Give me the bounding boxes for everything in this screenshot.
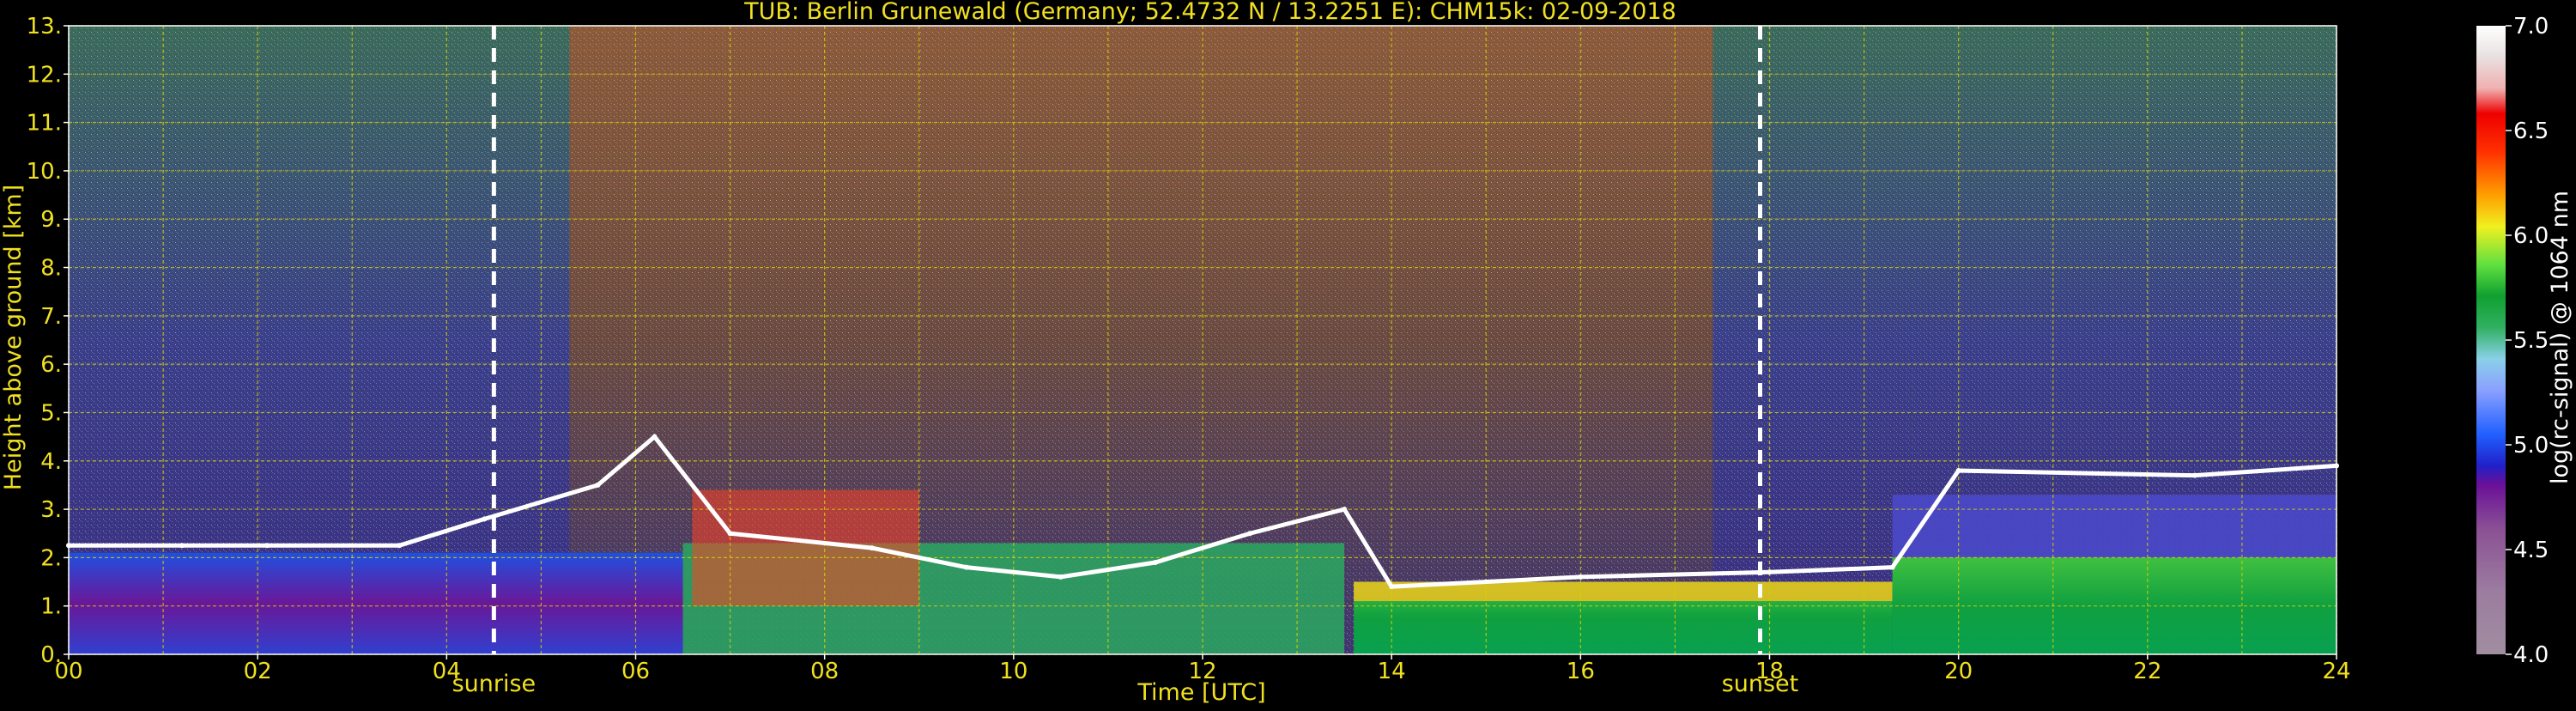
x-tick-label: 10 [999,659,1027,684]
cloud-base-point [963,564,969,570]
colorbar-tick-label: 7.0 [2513,14,2549,40]
cloud-base-point [1152,560,1158,566]
annotation-label-sunrise: sunrise [452,671,536,697]
cloud-base-point [179,543,185,549]
colorbar-tick-label: 4.5 [2513,538,2549,563]
cloud-base-point [1058,574,1064,580]
x-tick-label: 16 [1567,659,1595,684]
colorbar-tick-label: 5.5 [2513,328,2549,354]
x-tick-label: 08 [810,659,839,684]
cloud-base-point [1389,584,1395,590]
y-tick-label: 4. [40,449,62,475]
y-tick-label: 9. [40,207,62,233]
cloud-base-point [1889,564,1895,570]
cloud-base-point [1578,574,1584,580]
x-tick-label: 14 [1378,659,1406,684]
y-axis-label: Height above ground [km] [0,185,27,490]
colorbar-tick-label: 6.0 [2513,223,2549,249]
x-tick-label: 22 [2133,659,2161,684]
y-tick-label: 8. [40,256,62,282]
y-tick-label: 6. [40,352,62,378]
cloud-base-point [1247,531,1253,537]
y-tick-label: 13. [27,14,62,40]
y-tick-label: 1. [40,594,62,620]
colorbar-tick-label: 4.0 [2513,642,2549,668]
cloud-base-point [1767,569,1773,575]
chart-svg: sunrise sunset 00 02 04 06 08 10 12 14 16 18 20 22 24… [0,0,2573,706]
cloud-base-point [727,531,733,537]
colorbar-tick-label: 5.0 [2513,433,2549,459]
x-tick-label: 04 [433,659,461,684]
cloud-convection-zone [692,489,919,606]
cloud-base-point [1955,468,1961,474]
x-tick-label: 18 [1755,659,1784,684]
cloud-base-point [264,543,270,549]
colorbar-scale [2476,26,2506,654]
cloud-base-point [2191,472,2197,478]
y-tick-label: 11. [27,111,62,137]
chart-title: TUB: Berlin Grunewald (Germany; 52.4732 … [743,0,1676,25]
colorbar-ticks: 4.0 4.5 5.0 5.5 6.0 6.5 7.0 [2506,14,2549,668]
cloud-base-point [482,516,488,522]
y-tick-label: 3. [40,497,62,523]
colorbar-label: log(rc-signal) @ 1064 nm [2547,191,2573,484]
x-axis-label: Time [UTC] [1136,679,1265,706]
y-tick-label: 12. [27,62,62,88]
cloud-base-point [869,545,875,551]
x-tick-label: 02 [244,659,272,684]
y-tick-label: 5. [40,400,62,426]
cloud-base-point [652,434,658,440]
y-tick-label: 10. [27,159,62,185]
y-tick-label: 7. [40,304,62,330]
colorbar: 4.0 4.5 5.0 5.5 6.0 6.5 7.0 log(rc-signal) @ 1… [2476,14,2573,668]
residual-layer-night [69,552,683,654]
x-tick-label: 24 [2322,659,2350,684]
y-tick-label: 2. [40,545,62,571]
x-tick-label: 06 [621,659,650,684]
y-tick-label: 0. [40,642,62,668]
ceilometer-chart: sunrise sunset 00 02 04 06 08 10 12 14 16 18 20 22 24… [0,0,2576,708]
cloud-base-point [1342,507,1348,513]
x-tick-label: 20 [1944,659,1973,684]
cloud-base-point [595,482,601,488]
cloud-base-point [397,543,403,549]
colorbar-tick-label: 6.5 [2513,118,2549,144]
